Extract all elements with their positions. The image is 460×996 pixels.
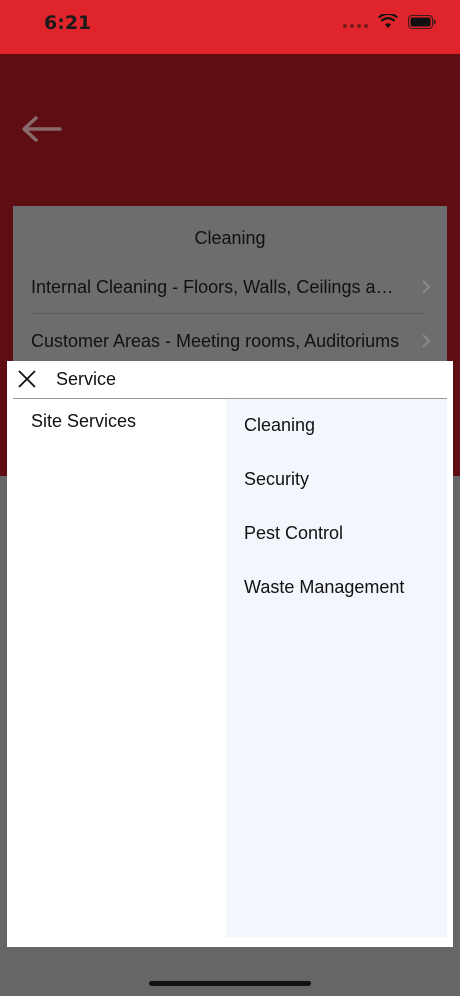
service-group-site-services[interactable]: Site Services bbox=[31, 411, 136, 432]
status-bar: 6:21 bbox=[0, 0, 460, 54]
chevron-right-icon bbox=[422, 280, 431, 294]
service-option-cleaning[interactable]: Cleaning bbox=[244, 415, 315, 436]
cellular-signal-icon bbox=[343, 16, 368, 28]
sheet-header: Service bbox=[13, 361, 447, 399]
service-option-waste-management[interactable]: Waste Management bbox=[244, 577, 404, 598]
chevron-right-icon bbox=[422, 334, 431, 348]
status-time: 6:21 bbox=[44, 12, 92, 34]
sheet-title: Service bbox=[56, 369, 117, 389]
service-group-column: Site Services bbox=[7, 399, 226, 947]
service-picker-sheet: Service Site Services Cleaning Security … bbox=[7, 361, 453, 947]
status-icons bbox=[343, 14, 436, 29]
service-options-column: Cleaning Security Pest Control Waste Man… bbox=[226, 399, 447, 937]
service-option-security[interactable]: Security bbox=[244, 469, 309, 490]
back-arrow-icon[interactable] bbox=[20, 114, 64, 144]
battery-icon bbox=[408, 14, 436, 29]
home-indicator bbox=[149, 981, 311, 986]
wifi-icon bbox=[378, 14, 398, 28]
background-list-item[interactable]: Internal Cleaning - Floors, Walls, Ceili… bbox=[31, 260, 423, 314]
close-icon[interactable] bbox=[17, 369, 37, 389]
background-category-card: Cleaning Internal Cleaning - Floors, Wal… bbox=[13, 206, 447, 366]
background-card-title: Cleaning bbox=[194, 228, 266, 248]
background-list-item[interactable]: Customer Areas - Meeting rooms, Auditori… bbox=[31, 314, 423, 368]
service-option-pest-control[interactable]: Pest Control bbox=[244, 523, 343, 544]
